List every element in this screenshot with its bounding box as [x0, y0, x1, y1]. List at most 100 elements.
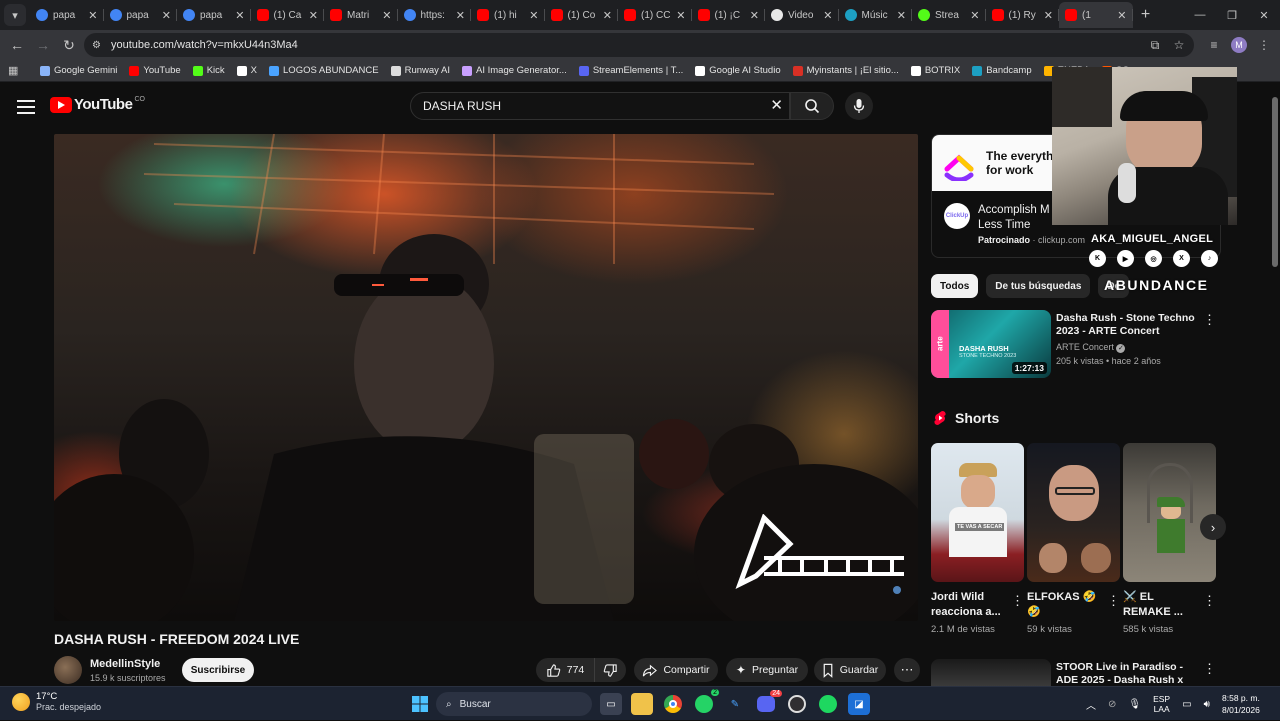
recommended-channel[interactable]: ARTE Concert ✓	[1056, 342, 1126, 353]
shorts-next-arrow-icon[interactable]: ›	[1200, 514, 1226, 540]
minimize-button[interactable]: —	[1184, 0, 1216, 30]
more-options-icon[interactable]: ⋮	[1203, 661, 1216, 677]
bookmark-item[interactable]: Bandcamp	[972, 65, 1032, 76]
close-tab-icon[interactable]: ✕	[529, 9, 538, 22]
close-tab-icon[interactable]: ✕	[456, 9, 465, 22]
taskbar-search[interactable]: ⌕ Buscar	[436, 692, 592, 716]
video-player[interactable]	[54, 134, 918, 621]
dislike-button[interactable]	[594, 658, 626, 682]
address-bar[interactable]: ⚙ youtube.com/watch?v=mkxU44n3Ma4	[84, 33, 1194, 57]
recommended-video[interactable]: STOOR Live in Paradiso - ADE 2025 - Dash…	[931, 659, 1221, 686]
photos-app-icon[interactable]: ◪	[848, 693, 870, 715]
discord-icon[interactable]: 24	[755, 690, 782, 715]
notes-app-icon[interactable]: ✎	[724, 693, 746, 715]
bookmark-item[interactable]: BOTRIX	[910, 65, 960, 76]
more-options-icon[interactable]: ⋮	[1107, 593, 1120, 609]
bookmark-item[interactable]: AI Image Generator...	[462, 65, 567, 76]
bookmark-item[interactable]: Kick	[192, 65, 225, 76]
ask-button[interactable]: ✦ Preguntar	[726, 658, 808, 682]
browser-tab[interactable]: (1) Ca ✕	[251, 2, 325, 28]
short-title[interactable]: Jordi Wild reacciona a...	[931, 590, 1009, 620]
browser-tab[interactable]: Matri ✕	[324, 2, 398, 28]
close-tab-icon[interactable]: ✕	[1044, 9, 1053, 22]
page-scrollbar-thumb[interactable]	[1272, 97, 1278, 267]
close-tab-icon[interactable]: ✕	[603, 9, 612, 22]
browser-menu-icon[interactable]: ⋮	[1252, 33, 1276, 57]
search-button[interactable]	[790, 92, 834, 120]
video-thumbnail[interactable]: arte DASHA RUSH STONE TECHNO 2023 1:27:1…	[931, 310, 1051, 378]
recommended-title[interactable]: Dasha Rush - Stone Techno 2023 - ARTE Co…	[1056, 312, 1198, 338]
media-controls-icon[interactable]: ≡	[1202, 33, 1226, 57]
more-options-icon[interactable]: ⋮	[1203, 593, 1216, 609]
channel-name[interactable]: MedellinStyle	[90, 658, 160, 670]
search-input[interactable]: DASHA RUSH ✕	[410, 92, 790, 120]
close-tab-icon[interactable]: ✕	[88, 9, 97, 22]
short-card[interactable]: ELFOKAS 🤣 🤣 59 k vistas ⋮	[1027, 443, 1120, 639]
browser-tab[interactable]: (1) ¡C ✕	[692, 2, 766, 28]
spotify-icon[interactable]	[817, 693, 839, 715]
bookmark-item[interactable]: Google AI Studio	[695, 65, 781, 76]
close-window-button[interactable]: ✕	[1248, 0, 1280, 30]
save-button[interactable]: Guardar	[814, 658, 886, 682]
short-title[interactable]: ELFOKAS 🤣 🤣	[1027, 590, 1105, 620]
browser-tab[interactable]: Strea ✕	[912, 2, 986, 28]
bookmark-item[interactable]: Google Gemini	[40, 65, 117, 76]
short-card[interactable]: TE VAS A SECAR Jordi Wild reacciona a...…	[931, 443, 1024, 639]
browser-tab[interactable]: papa ✕	[177, 2, 251, 28]
browser-tab[interactable]: papa ✕	[30, 2, 104, 28]
close-tab-icon[interactable]: ✕	[750, 9, 759, 22]
like-button[interactable]: 774	[536, 658, 594, 682]
voice-search-button[interactable]	[845, 92, 873, 120]
browser-tab[interactable]: (1) Ry ✕	[986, 2, 1060, 28]
tab-search-icon[interactable]: ▾	[4, 4, 26, 26]
restore-button[interactable]: ❐	[1216, 0, 1248, 30]
obs-icon[interactable]	[786, 693, 808, 715]
channel-avatar[interactable]	[54, 656, 82, 684]
share-button[interactable]: Compartir	[634, 658, 718, 682]
youtube-logo[interactable]: YouTube CO	[50, 96, 145, 113]
whatsapp-icon[interactable]: 2	[693, 689, 719, 715]
display-icon[interactable]: ▭	[1182, 699, 1191, 710]
browser-tab[interactable]: (1) hi ✕	[471, 2, 545, 28]
close-tab-icon[interactable]: ✕	[309, 9, 318, 22]
recommended-title[interactable]: STOOR Live in Paradiso - ADE 2025 - Dash…	[1056, 661, 1198, 686]
close-tab-icon[interactable]: ✕	[676, 9, 685, 22]
volume-icon[interactable]: 🔊︎	[1204, 699, 1210, 710]
browser-tab[interactable]: papa ✕	[104, 2, 178, 28]
back-button[interactable]: ←	[4, 32, 30, 58]
language-indicator[interactable]: ESP LAA	[1153, 694, 1170, 714]
microphone-tray-icon[interactable]: 🎙︎	[1128, 699, 1141, 710]
short-thumbnail[interactable]: TE VAS A SECAR	[931, 443, 1024, 582]
show-hidden-icons-icon[interactable]: ︿	[1086, 697, 1096, 712]
bookmark-star-icon[interactable]: ☆	[1167, 33, 1191, 57]
more-options-icon[interactable]: ⋮	[1011, 593, 1024, 609]
close-tab-icon[interactable]: ✕	[897, 9, 906, 22]
short-thumbnail[interactable]	[1123, 443, 1216, 582]
video-thumbnail[interactable]	[931, 659, 1051, 686]
forward-button[interactable]: →	[30, 32, 56, 58]
profile-avatar[interactable]: M	[1227, 33, 1251, 57]
apps-grid-icon[interactable]: ▦	[8, 64, 22, 77]
more-options-icon[interactable]: ⋮	[1203, 312, 1216, 328]
clear-search-icon[interactable]: ✕	[770, 96, 783, 114]
reload-button[interactable]: ↻	[56, 32, 82, 58]
menu-hamburger-icon[interactable]	[14, 95, 38, 119]
short-thumbnail[interactable]	[1027, 443, 1120, 582]
task-view-icon[interactable]: ▭	[600, 693, 622, 715]
subscribe-button[interactable]: Suscribirse	[182, 658, 254, 682]
filter-chip[interactable]: Todos	[931, 274, 979, 298]
file-explorer-icon[interactable]	[631, 693, 653, 715]
chrome-icon[interactable]	[662, 693, 684, 715]
weather-widget[interactable]: 17°C Prac. despejado	[12, 691, 101, 712]
close-tab-icon[interactable]: ✕	[970, 9, 979, 22]
close-tab-icon[interactable]: ✕	[823, 9, 832, 22]
close-tab-icon[interactable]: ✕	[382, 9, 391, 22]
bookmark-item[interactable]: Runway AI	[390, 65, 450, 76]
short-title[interactable]: ⚔️ EL REMAKE ...	[1123, 590, 1201, 620]
browser-tab[interactable]: Músic ✕	[839, 2, 913, 28]
close-tab-icon[interactable]: ✕	[1117, 9, 1126, 22]
close-tab-icon[interactable]: ✕	[162, 9, 171, 22]
bookmark-item[interactable]: StreamElements | T...	[578, 65, 683, 76]
browser-tab[interactable]: (1) Co ✕	[545, 2, 619, 28]
bookmark-item[interactable]: LOGOS ABUNDANCE	[269, 65, 379, 76]
